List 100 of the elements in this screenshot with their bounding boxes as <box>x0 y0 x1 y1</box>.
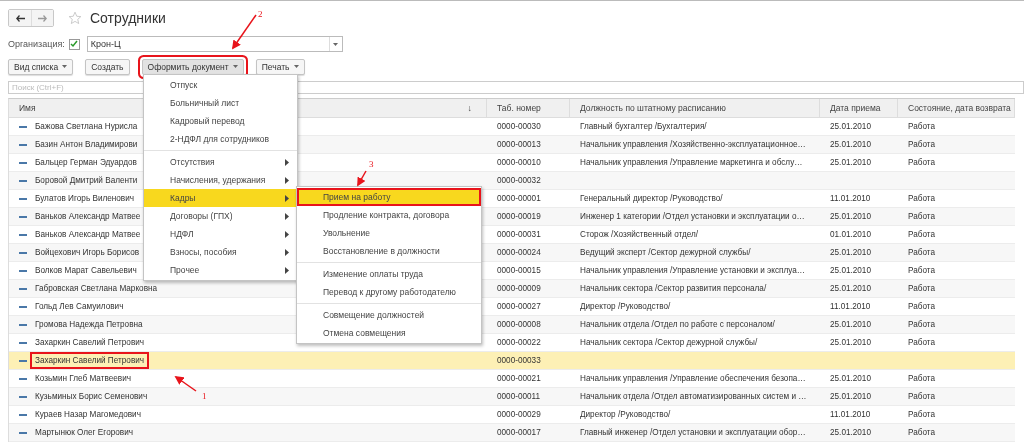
name-cell-text: Кузьминых Борис Семенович <box>34 391 149 403</box>
position-cell: Начальник управления /Управление обеспечения безопа… <box>580 374 806 383</box>
number-cell-text: 0000-00013 <box>496 139 542 151</box>
dash-icon <box>19 287 27 290</box>
name-cell-text: Булатов Игорь Виленович <box>34 193 136 205</box>
name-cell-text: Базин Антон Владимирови <box>34 139 139 151</box>
menu-item[interactable]: Договоры (ГПХ) <box>144 207 297 225</box>
name-cell-text: Гольд Лев Самуилович <box>34 301 125 313</box>
menu-item[interactable]: Отсутствия <box>144 153 297 171</box>
submenu-arrow-icon <box>285 248 289 256</box>
position-cell: Начальник отдела /Отдел по работе с персоналом/ <box>580 320 775 329</box>
state-cell: Работа <box>908 392 936 401</box>
name-cell-text: Волков Марат Савельевич <box>34 265 138 277</box>
number-cell-text: 0000-00010 <box>496 157 542 169</box>
menu-item[interactable]: НДФЛ <box>144 225 297 243</box>
dash-icon <box>19 197 27 200</box>
state-cell: Работа <box>908 266 936 275</box>
name-cell-text: Войцехович Игорь Борисов <box>34 247 141 259</box>
dash-icon <box>19 323 27 326</box>
date-cell: 25.01.2010 <box>830 212 871 221</box>
menu-item[interactable]: Продление контракта, договора <box>297 206 481 224</box>
annotation-arrow <box>357 170 367 187</box>
organization-checkbox[interactable] <box>68 38 80 50</box>
toolbar-button[interactable]: Создать <box>85 58 130 75</box>
state-cell: Работа <box>908 410 936 419</box>
name-cell-text: Боровой Дмитрий Валенти <box>34 175 139 187</box>
state-cell: Работа <box>908 302 936 311</box>
name-cell-text: Громова Надежда Петровна <box>34 319 144 331</box>
menu-item[interactable]: Взносы, пособия <box>144 243 297 261</box>
number-cell-text: 0000-00033 <box>496 355 542 367</box>
menu-item[interactable]: Начисления, удержания <box>144 171 297 189</box>
column-header[interactable]: Должность по штатному расписанию <box>570 99 820 117</box>
dash-icon <box>19 377 27 380</box>
name-cell-text: Козьмин Глеб Матвеевич <box>34 373 132 385</box>
table-row[interactable]: Захаркин Савелий Петрович 0000-00033 <box>9 352 1015 370</box>
toolbar-button[interactable]: Вид списка <box>8 58 74 75</box>
submenu-arrow-icon <box>285 176 289 184</box>
annotation-number: 1 <box>202 391 207 401</box>
organization-field[interactable]: Крон-Ц <box>86 36 343 52</box>
number-cell-text: 0000-00011 <box>496 391 542 403</box>
dash-icon <box>19 341 27 344</box>
date-cell: 25.01.2010 <box>830 374 871 383</box>
menu-item[interactable]: Увольнение <box>297 224 481 242</box>
dash-icon <box>19 161 27 164</box>
menu-item[interactable]: Прочее <box>144 261 297 279</box>
state-cell: Работа <box>908 374 936 383</box>
table-row[interactable]: Мартынюк Олег Егорович 0000-00017 Главный инженер /Отдел установки и эксплуатации обор… 25.01.2010 Работа <box>9 424 1015 442</box>
number-cell-text: 0000-00032 <box>496 175 542 187</box>
column-header[interactable]: Таб. номер <box>487 99 570 117</box>
menu-item[interactable]: Прием на работу <box>297 188 481 206</box>
state-cell: Работа <box>908 428 936 437</box>
menu-item[interactable]: Кадры <box>144 189 297 207</box>
date-cell: 25.01.2010 <box>830 140 871 149</box>
position-cell: Директор /Руководство/ <box>580 410 671 419</box>
column-header[interactable]: Дата приема <box>820 99 898 117</box>
position-cell: Начальник управления /Хозяйственно-эксплуатационное… <box>580 140 806 149</box>
position-cell: Начальник сектора /Сектор дежурной службы/ <box>580 338 758 347</box>
dash-icon <box>19 251 27 254</box>
position-cell: Начальник управления /Управление установки и эксплуа… <box>580 266 805 275</box>
position-cell: Инженер 1 категории /Отдел установки и эксплуатации о… <box>580 212 805 221</box>
number-cell-text: 0000-00030 <box>496 121 542 133</box>
position-cell: Главный бухгалтер /Бухгалтерия/ <box>580 122 707 131</box>
submenu-arrow-icon <box>285 158 289 166</box>
dash-icon <box>19 413 27 416</box>
menu-item[interactable]: Восстановление в должности <box>297 242 481 260</box>
name-cell-text: Кураев Назар Магомедович <box>34 409 142 421</box>
column-header[interactable]: Состояние, дата возврата <box>898 99 1015 117</box>
dash-icon <box>19 305 27 308</box>
state-cell: Работа <box>908 320 936 329</box>
position-cell: Директор /Руководство/ <box>580 302 671 311</box>
star-icon[interactable] <box>68 11 82 25</box>
number-cell-text: 0000-00009 <box>496 283 542 295</box>
number-cell-text: 0000-00031 <box>496 229 542 241</box>
menu-item[interactable]: Больничный лист <box>144 94 297 112</box>
number-cell-text: 0000-00008 <box>496 319 542 331</box>
state-cell: Работа <box>908 248 936 257</box>
dash-icon <box>19 431 27 434</box>
forward-arrow-icon <box>38 14 47 22</box>
date-cell: 11.01.2010 <box>830 410 871 419</box>
name-cell-text: Захаркин Савелий Петрович <box>34 337 146 349</box>
submenu-arrow-icon <box>285 230 289 238</box>
position-cell: Начальник сектора /Сектор развития персонала/ <box>580 284 767 293</box>
date-cell: 25.01.2010 <box>830 248 871 257</box>
date-cell: 25.01.2010 <box>830 320 871 329</box>
dash-icon <box>19 125 27 128</box>
dash-icon <box>19 269 27 272</box>
menu-item[interactable]: Перевод к другому работодателю <box>297 283 481 301</box>
dash-icon <box>19 143 27 146</box>
date-cell: 01.01.2010 <box>830 230 871 239</box>
date-cell: 25.01.2010 <box>830 428 871 437</box>
submenu-arrow-icon <box>285 212 289 220</box>
submenu-arrow-icon <box>285 266 289 274</box>
number-cell-text: 0000-00015 <box>496 265 542 277</box>
number-cell-text: 0000-00027 <box>496 301 542 313</box>
back-button[interactable] <box>9 10 31 26</box>
name-cell-text: Бальцер Герман Эдуардов <box>34 157 138 169</box>
name-cell-text: Бажова Светлана Нурисла <box>34 121 139 133</box>
menu-item[interactable]: Изменение оплаты труда <box>297 265 481 283</box>
toolbar-button[interactable]: Печать <box>255 58 305 75</box>
dash-icon <box>19 233 27 236</box>
